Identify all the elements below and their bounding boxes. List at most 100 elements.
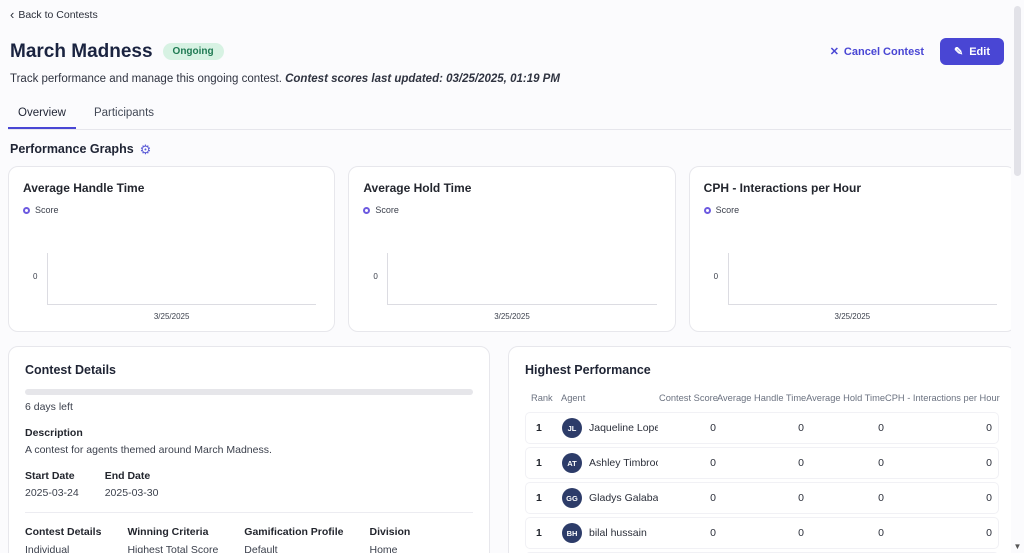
agent-name: Ashley Timbrook (589, 457, 658, 469)
legend-marker-icon (23, 207, 30, 214)
description-label: Description (25, 427, 473, 439)
x-axis-tick-label: 3/25/2025 (706, 312, 999, 321)
tab-participants[interactable]: Participants (84, 99, 164, 129)
agent-cell: AT Ashley Timbrook (562, 453, 658, 473)
table-body: 1 JL Jaqueline Lopes 0 0 0 0 1 AT Ashley… (525, 412, 999, 553)
tab-bar: Overview Participants (8, 99, 1016, 130)
chart-card: Average Hold Time Score 0 3/25/2025 (348, 166, 675, 332)
attribute-label: Winning Criteria (127, 526, 218, 538)
chart-card: CPH - Interactions per Hour Score 0 3/25… (689, 166, 1016, 332)
column-header: Average Hold Time (805, 393, 885, 403)
chart-axes (47, 253, 316, 305)
chart-title: Average Hold Time (363, 181, 660, 195)
attribute-label: Contest Details (25, 526, 101, 538)
attribute-value: Default (244, 544, 343, 553)
subtitle-text: Track performance and manage this ongoin… (10, 73, 285, 85)
contest-attribute: Division Home (369, 526, 410, 553)
y-axis-tick-label: 0 (714, 272, 718, 281)
section-title: Performance Graphs (10, 142, 134, 156)
attribute-value: Home (369, 544, 410, 553)
cancel-contest-button[interactable]: ✕ Cancel Contest (830, 45, 924, 58)
gear-icon[interactable]: ⚙ (140, 143, 152, 156)
topbar: ‹ Back to Contests (0, 0, 1024, 26)
contest-attributes-row: Contest Details Individual Winning Crite… (25, 526, 473, 553)
avatar: BH (562, 523, 582, 543)
rank-cell: 1 (532, 527, 562, 539)
edit-button[interactable]: ✎ Edit (940, 38, 1004, 65)
leaderboard-table: RankAgentContest ScoreAverage Handle Tim… (525, 387, 999, 553)
contest-score-cell: 0 (658, 527, 716, 539)
y-axis-tick-label: 0 (33, 272, 37, 281)
column-header: Rank (531, 393, 561, 403)
start-date-block: Start Date 2025-03-24 (25, 470, 79, 499)
cph-cell: 0 (884, 492, 992, 504)
legend-marker-icon (704, 207, 711, 214)
chart-plot-area: 0 3/25/2025 (25, 239, 318, 321)
agent-name: bilal hussain (589, 527, 647, 539)
close-icon: ✕ (830, 45, 839, 58)
avg-hold-time-cell: 0 (804, 527, 884, 539)
attribute-label: Gamification Profile (244, 526, 343, 538)
avg-hold-time-cell: 0 (804, 422, 884, 434)
agent-name: Gladys Galabay (589, 492, 658, 504)
last-updated-text: Contest scores last updated: 03/25/2025,… (285, 73, 560, 85)
chart-legend-item[interactable]: Score (23, 205, 59, 215)
performance-graphs-section-header: Performance Graphs ⚙ (10, 142, 1014, 156)
chevron-left-icon: ‹ (10, 10, 14, 20)
column-header: Average Handle Time (717, 393, 805, 403)
legend-label: Score (35, 205, 59, 215)
rank-cell: 1 (532, 422, 562, 434)
start-date-value: 2025-03-24 (25, 487, 79, 499)
chart-title: Average Handle Time (23, 181, 320, 195)
back-link[interactable]: ‹ Back to Contests (10, 9, 98, 21)
scroll-down-icon[interactable]: ▼ (1011, 542, 1024, 551)
chart-card: Average Handle Time Score 0 3/25/2025 (8, 166, 335, 332)
avg-hold-time-cell: 0 (804, 457, 884, 469)
attribute-value: Highest Total Score (127, 544, 218, 553)
avg-handle-time-cell: 0 (716, 422, 804, 434)
cancel-contest-label: Cancel Contest (844, 46, 924, 58)
right-column: Highest Performance RankAgentContest Sco… (508, 346, 1016, 553)
description-text: A contest for agents themed around March… (25, 444, 473, 456)
table-row[interactable]: 1 AT Ashley Timbrook 0 0 0 0 (525, 447, 999, 479)
table-row[interactable]: 1 BH bilal hussain 0 0 0 0 (525, 517, 999, 549)
bottom-panels: Contest Details 6 days left Description … (8, 346, 1016, 553)
chart-legend-item[interactable]: Score (363, 205, 399, 215)
contest-attribute: Gamification Profile Default (244, 526, 343, 553)
contest-attribute: Winning Criteria Highest Total Score (127, 526, 218, 553)
page-subtitle: Track performance and manage this ongoin… (0, 65, 1024, 85)
contest-progress-bar (25, 389, 473, 395)
chart-legend-item[interactable]: Score (704, 205, 740, 215)
agent-cell: BH bilal hussain (562, 523, 658, 543)
column-header: Agent (561, 393, 659, 403)
page-header: March Madness Ongoing ✕ Cancel Contest ✎… (0, 26, 1024, 65)
avatar: GG (562, 488, 582, 508)
contest-detail-page: ‹ Back to Contests March Madness Ongoing… (0, 0, 1024, 553)
start-date-label: Start Date (25, 470, 79, 482)
cph-cell: 0 (884, 457, 992, 469)
scrollbar[interactable]: ▼ (1011, 0, 1024, 553)
column-header: Contest Score (659, 393, 717, 403)
rank-cell: 1 (532, 492, 562, 504)
chart-title: CPH - Interactions per Hour (704, 181, 1001, 195)
status-badge: Ongoing (163, 43, 224, 60)
table-row[interactable]: 1 JL Jaqueline Lopes 0 0 0 0 (525, 412, 999, 444)
table-header-row: RankAgentContest ScoreAverage Handle Tim… (525, 387, 999, 409)
chart-axes (728, 253, 997, 305)
chart-card-row: Average Handle Time Score 0 3/25/2025 Av… (8, 166, 1016, 332)
chart-plot-area: 0 3/25/2025 (706, 239, 999, 321)
chart-plot-area: 0 3/25/2025 (365, 239, 658, 321)
end-date-block: End Date 2025-03-30 (105, 470, 159, 499)
legend-label: Score (716, 205, 740, 215)
pencil-icon: ✎ (954, 45, 963, 58)
chart-axes (387, 253, 656, 305)
x-axis-tick-label: 3/25/2025 (365, 312, 658, 321)
time-left-label: 6 days left (25, 401, 473, 413)
table-row[interactable]: 1 GG Gladys Galabay 0 0 0 0 (525, 482, 999, 514)
scrollbar-thumb[interactable] (1014, 6, 1021, 176)
highest-performance-title: Highest Performance (525, 363, 999, 377)
agent-cell: JL Jaqueline Lopes (562, 418, 658, 438)
cph-cell: 0 (884, 422, 992, 434)
tab-overview[interactable]: Overview (8, 99, 76, 129)
legend-marker-icon (363, 207, 370, 214)
